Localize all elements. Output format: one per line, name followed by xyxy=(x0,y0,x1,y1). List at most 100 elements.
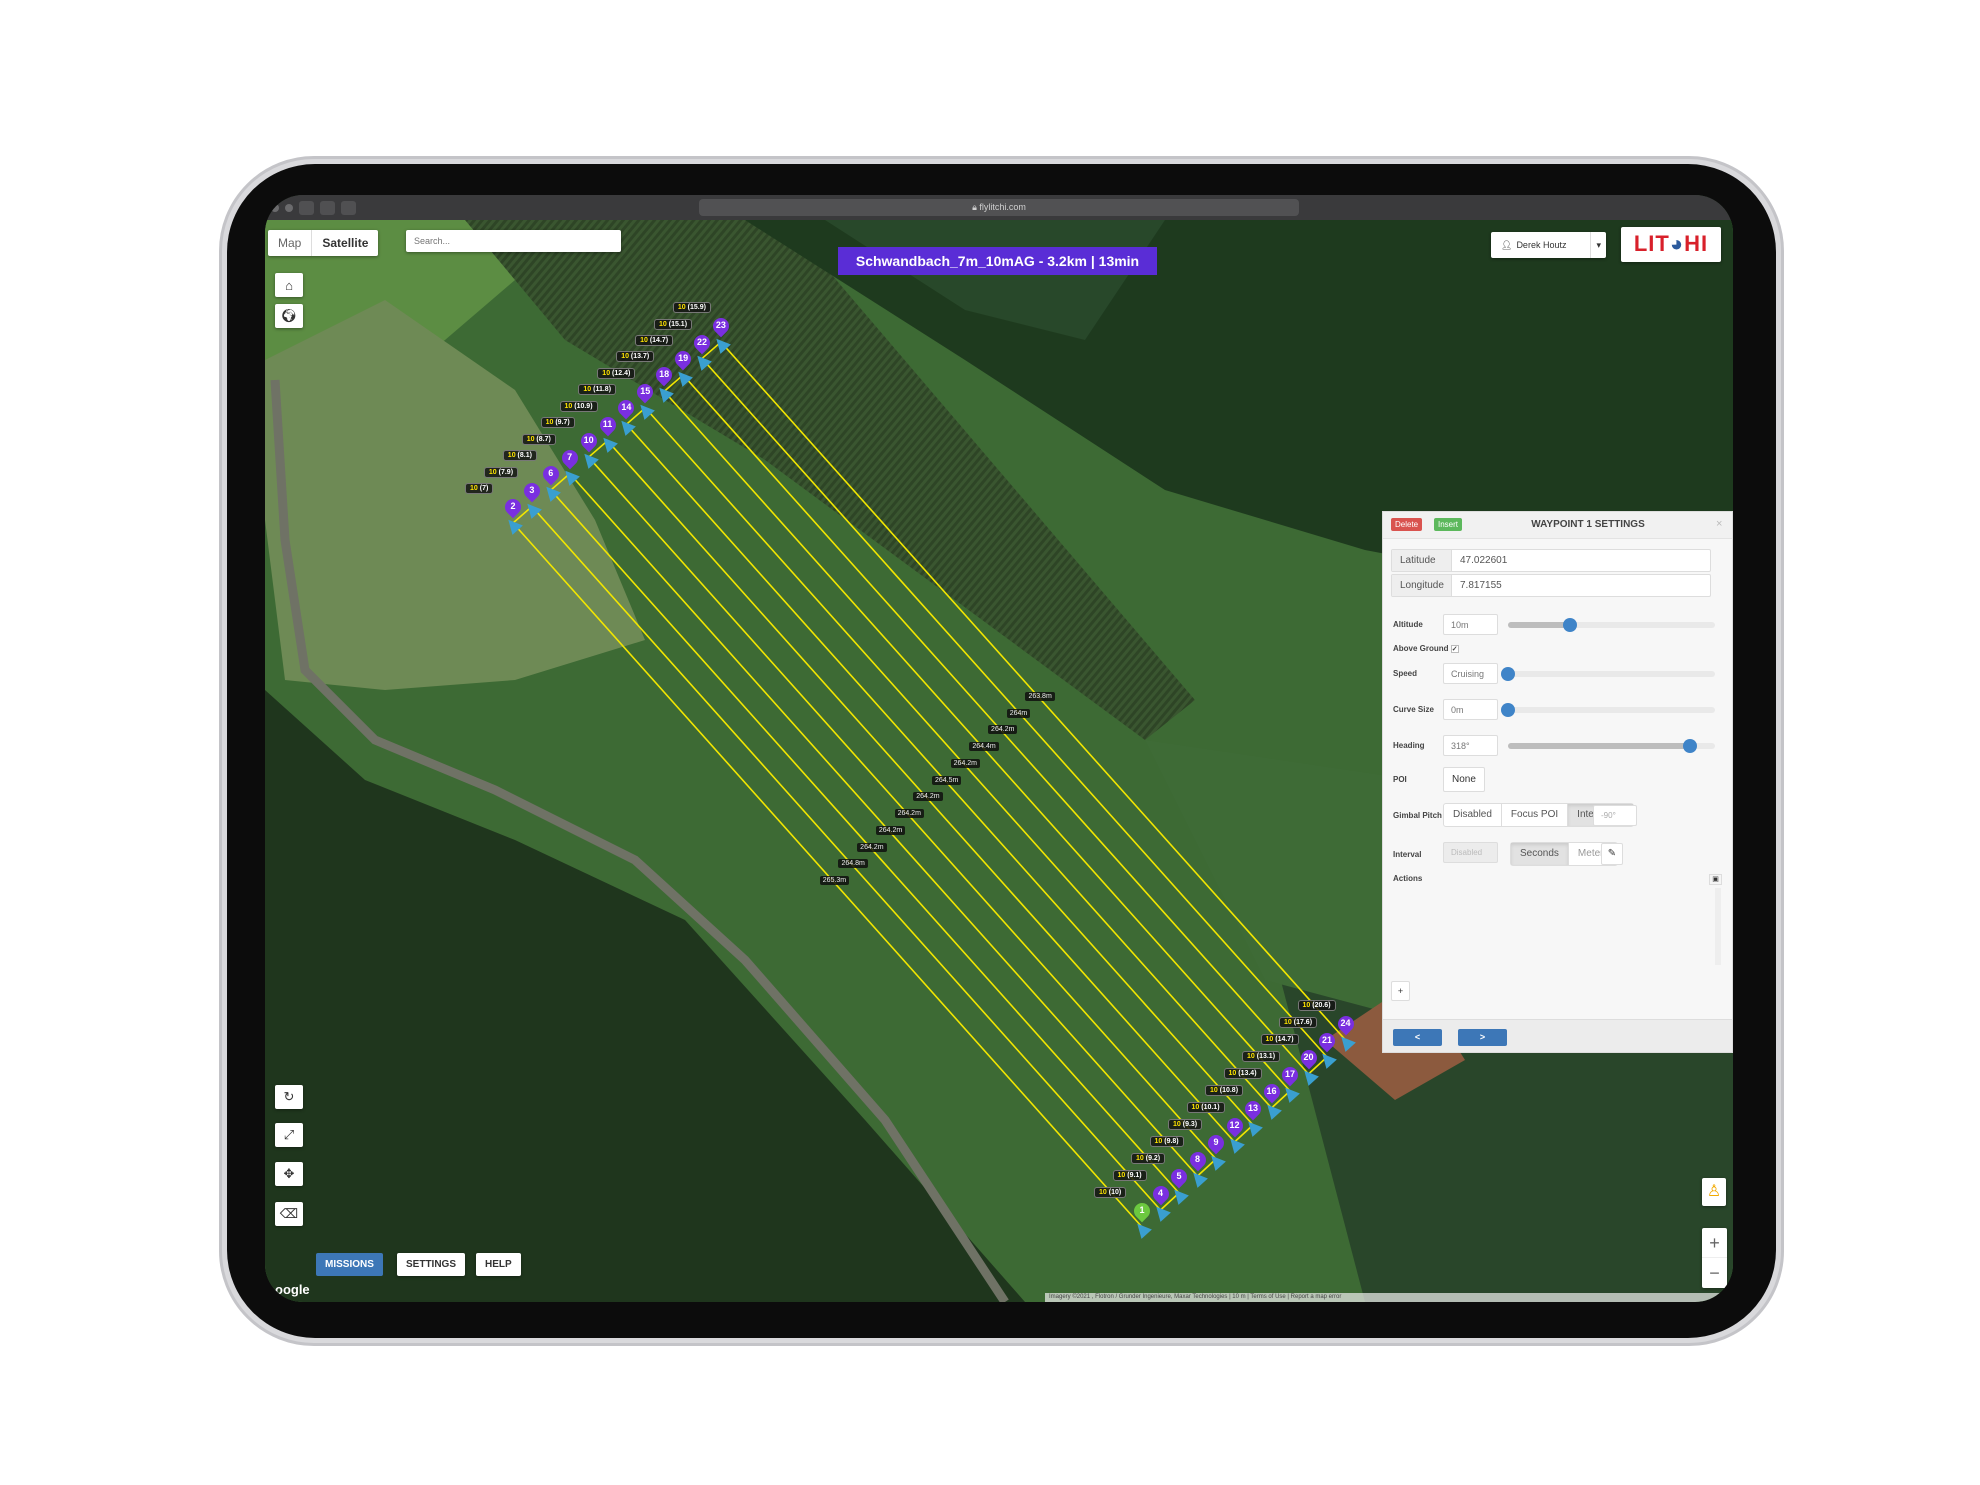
actions-scrollbar[interactable] xyxy=(1715,888,1721,965)
user-icon: 👤︎ xyxy=(1501,239,1513,250)
settings-button[interactable]: SETTINGS xyxy=(397,1253,466,1276)
slider-handle[interactable] xyxy=(1501,667,1515,681)
curve-size-input[interactable]: 0m xyxy=(1443,699,1498,720)
waypoint-altitude-label: 10 (9.1) xyxy=(1112,1170,1147,1181)
leg-distance-label: 264.2m xyxy=(950,758,981,768)
speed-input[interactable]: Cruising xyxy=(1443,663,1498,684)
gimbal-disabled-option[interactable]: Disabled xyxy=(1444,804,1502,826)
insert-button[interactable]: Insert xyxy=(1434,518,1463,531)
refresh-button[interactable]: ↻ xyxy=(275,1085,303,1109)
gimbal-focus-poi-option[interactable]: Focus POI xyxy=(1502,804,1569,826)
image-icon[interactable]: ▣ xyxy=(1709,874,1722,885)
longitude-field[interactable]: Longitude 7.817155 xyxy=(1391,574,1711,597)
map-attribution[interactable]: Imagery ©2021 , Flotron / Grunder Ingeni… xyxy=(1045,1293,1733,1302)
satellite-map[interactable]: 2 10 (7) 3 10 (7.9) 6 10 (8.1) 7 10 (8.7) 10 10 (… xyxy=(265,220,1733,1302)
curve-size-slider[interactable] xyxy=(1501,703,1715,717)
poi-label: POI xyxy=(1393,775,1407,784)
home-icon: ⌂ xyxy=(285,277,293,293)
zoom-out-button[interactable]: − xyxy=(1702,1258,1727,1288)
waypoint-number: 16 xyxy=(1266,1086,1277,1096)
leg-distance-label: 264.2m xyxy=(875,825,906,835)
waypoint-number: 6 xyxy=(548,468,554,479)
heading-input[interactable]: 318° xyxy=(1443,735,1498,756)
waypoint-altitude-label: 10 (9.2) xyxy=(1131,1153,1166,1164)
previous-waypoint-button[interactable]: < xyxy=(1393,1029,1442,1046)
map-type-map[interactable]: Map xyxy=(268,230,311,256)
waypoint-altitude-label: 10 (9.8) xyxy=(1149,1136,1184,1147)
speed-slider[interactable] xyxy=(1501,667,1715,681)
waypoint-altitude-label: 10 (8.7) xyxy=(521,433,556,445)
waypoint-altitude-label: 10 (10) xyxy=(1094,1187,1127,1198)
pegman-icon[interactable]: ♙ xyxy=(1702,1178,1726,1206)
waypoint-altitude-label: 10 (11.8) xyxy=(578,384,617,396)
add-action-button[interactable]: + xyxy=(1391,981,1410,1001)
window-dot[interactable] xyxy=(271,203,279,212)
gimbal-pitch-label: Gimbal Pitch xyxy=(1393,811,1442,820)
poi-select[interactable]: None xyxy=(1443,767,1485,792)
waypoint-number: 17 xyxy=(1284,1069,1295,1079)
waypoint-altitude-label: 10 (14.7) xyxy=(635,334,674,346)
move-button[interactable]: ✥ xyxy=(275,1162,303,1186)
home-button[interactable]: ⌂ xyxy=(275,273,303,297)
sidebar-button[interactable] xyxy=(341,200,356,215)
leg-distance-label: 264.4m xyxy=(969,742,999,752)
next-waypoint-button[interactable]: > xyxy=(1458,1029,1507,1046)
actions-label: Actions xyxy=(1393,874,1423,883)
forward-button[interactable] xyxy=(320,200,335,215)
slider-handle[interactable] xyxy=(1563,618,1578,632)
waypoint-number: 19 xyxy=(678,352,689,363)
waypoint-altitude-label: 10 (10.1) xyxy=(1186,1102,1225,1113)
eraser-button[interactable]: ⌫ xyxy=(275,1202,303,1226)
litchi-logo[interactable]: LIT◕HI xyxy=(1621,227,1721,262)
google-logo: oogle xyxy=(275,1282,310,1297)
waypoint-altitude-label: 10 (13.4) xyxy=(1223,1068,1262,1079)
chevron-down-icon[interactable]: ▾ xyxy=(1590,232,1606,258)
mission-title: Schwandbach_7m_10mAG - 3.2km | 13min xyxy=(838,247,1157,275)
waypoint-altitude-label: 10 (17.6) xyxy=(1279,1017,1318,1028)
waypoint-number: 1 xyxy=(1139,1205,1145,1215)
refresh-icon: ↻ xyxy=(283,1089,295,1104)
globe-button[interactable]: 🌍︎ xyxy=(275,304,303,328)
url-bar[interactable]: 🔒︎ flylitchi.com xyxy=(699,199,1299,216)
back-button[interactable] xyxy=(299,200,314,215)
slider-fill xyxy=(1508,622,1571,628)
altitude-slider[interactable] xyxy=(1508,618,1715,632)
waypoint-number: 22 xyxy=(696,336,707,347)
leg-distance-label: 263.8m xyxy=(1025,692,1055,701)
interval-input[interactable]: Disabled xyxy=(1443,842,1498,863)
waypoint-altitude-label: 10 (13.1) xyxy=(1242,1051,1281,1062)
waypoint-number: 23 xyxy=(715,320,726,331)
slider-handle[interactable] xyxy=(1501,703,1515,717)
latitude-field[interactable]: Latitude 47.022601 xyxy=(1391,549,1711,572)
resize-button[interactable]: ⤢ xyxy=(275,1123,303,1147)
window-dot[interactable] xyxy=(285,203,293,212)
zoom-in-button[interactable]: + xyxy=(1702,1228,1727,1258)
resize-icon: ⤢ xyxy=(283,1127,295,1142)
heading-slider[interactable] xyxy=(1508,739,1715,753)
waypoint-number: 20 xyxy=(1303,1052,1314,1062)
search-input[interactable] xyxy=(406,230,621,252)
missions-button[interactable]: MISSIONS xyxy=(316,1253,383,1276)
leg-distance-label: 265.3m xyxy=(819,876,850,886)
close-icon[interactable]: × xyxy=(1716,518,1722,530)
leg-distance-label: 264.2m xyxy=(913,792,943,802)
slider-handle[interactable] xyxy=(1683,739,1698,753)
globe-icon: 🌍︎ xyxy=(280,308,298,323)
interval-label: Interval xyxy=(1393,850,1422,859)
gimbal-pitch-input[interactable]: -90° xyxy=(1593,805,1637,826)
waypoint-number: 11 xyxy=(602,418,613,429)
help-button[interactable]: HELP xyxy=(476,1253,521,1276)
edit-interval-button[interactable]: ✎ xyxy=(1601,843,1623,865)
interval-seconds-option[interactable]: Seconds xyxy=(1511,843,1569,865)
waypoint-altitude-label: 10 (10.9) xyxy=(559,400,598,412)
above-ground-checkbox[interactable]: ✓ xyxy=(1450,645,1459,653)
pencil-icon: ✎ xyxy=(1607,848,1617,859)
zoom-control: + − xyxy=(1702,1228,1727,1288)
waypoint-number: 3 xyxy=(529,484,535,495)
map-type-satellite[interactable]: Satellite xyxy=(311,230,378,256)
user-menu[interactable]: 👤︎ Derek Houtz ▾ xyxy=(1491,232,1606,258)
curve-size-label: Curve Size xyxy=(1393,705,1434,714)
waypoint-number: 10 xyxy=(583,435,594,446)
altitude-input[interactable]: 10m xyxy=(1443,614,1498,635)
delete-button[interactable]: Delete xyxy=(1391,518,1423,531)
